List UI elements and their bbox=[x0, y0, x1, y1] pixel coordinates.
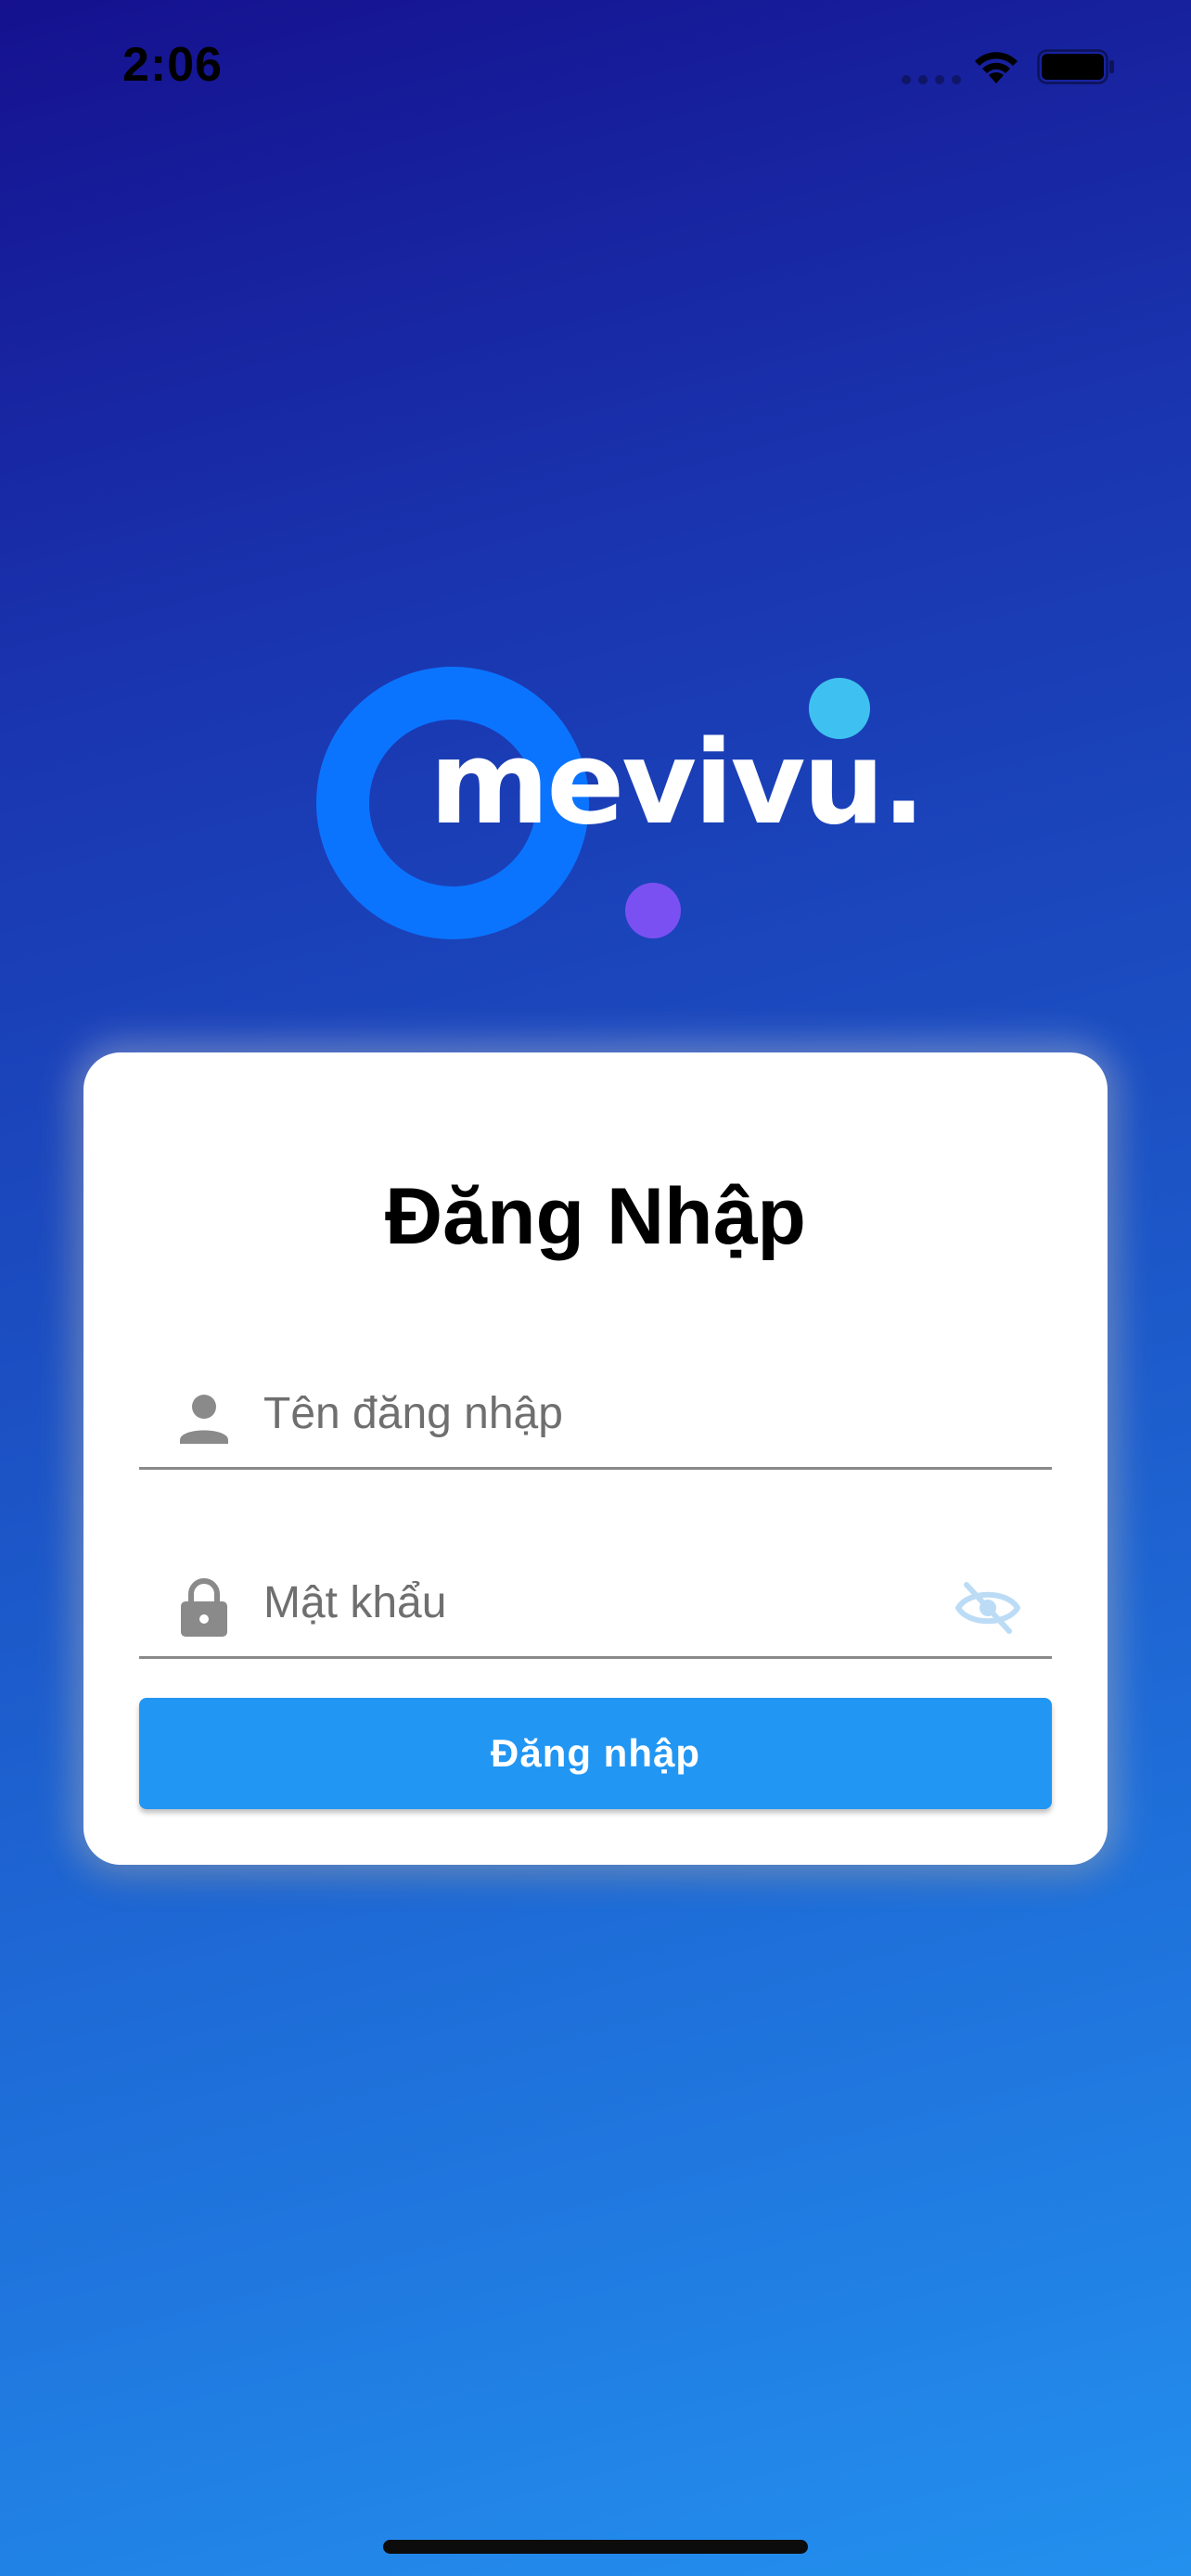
login-button[interactable]: Đăng nhập bbox=[139, 1698, 1052, 1809]
username-field[interactable] bbox=[139, 1358, 1052, 1470]
logo-dot-purple bbox=[625, 883, 681, 938]
signal-dots-icon bbox=[902, 75, 961, 84]
battery-icon bbox=[1037, 49, 1114, 84]
wifi-icon bbox=[975, 52, 1018, 83]
password-input[interactable] bbox=[263, 1561, 968, 1644]
eye-off-icon[interactable] bbox=[955, 1579, 1020, 1637]
status-time: 2:06 bbox=[122, 38, 224, 92]
username-input[interactable] bbox=[263, 1371, 968, 1455]
page-title: Đăng Nhập bbox=[385, 1172, 806, 1261]
logo-text: mevivu. bbox=[429, 717, 926, 850]
person-icon bbox=[180, 1395, 228, 1444]
mevivu-logo: mevivu. bbox=[311, 663, 926, 941]
status-bar: 2:06 bbox=[0, 0, 1191, 130]
lock-icon bbox=[181, 1578, 227, 1637]
login-card: Đăng Nhập Đăng nhập bbox=[83, 1052, 1108, 1865]
password-field[interactable] bbox=[139, 1548, 1052, 1659]
home-indicator bbox=[383, 2540, 808, 2554]
